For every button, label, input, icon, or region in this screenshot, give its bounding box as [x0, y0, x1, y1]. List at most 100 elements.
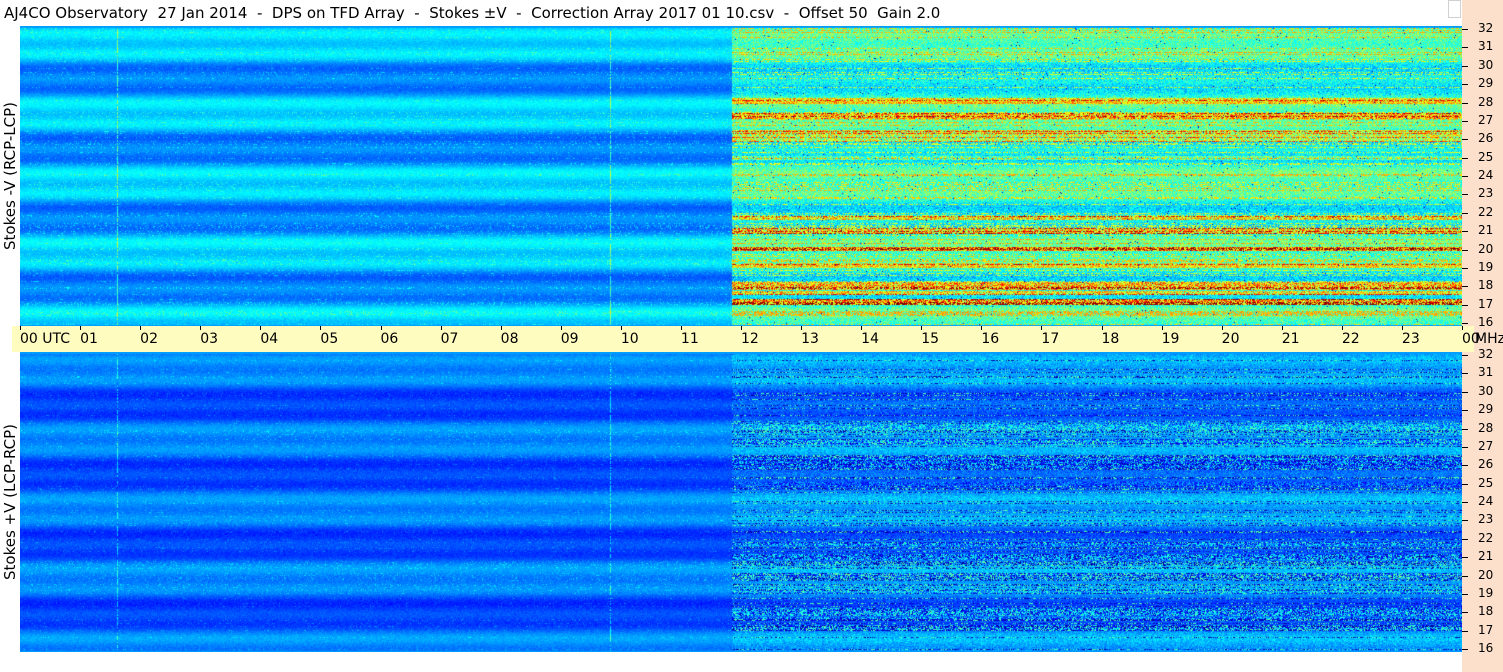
frequency-tick-mark [1462, 593, 1468, 595]
time-tick-label: 17 [1041, 331, 1060, 347]
frequency-tick-mark [1462, 428, 1468, 430]
time-tick-mark [1341, 326, 1343, 330]
frequency-tick-label: 32 [1478, 21, 1494, 35]
frequency-tick-mark [1462, 502, 1468, 503]
frequency-tick-mark [1462, 84, 1468, 86]
time-tick-mark [20, 326, 21, 330]
frequency-tick-label: 30 [1478, 383, 1494, 398]
frequency-tick-label: 20 [1478, 567, 1494, 582]
corner-mark [1448, 0, 1461, 18]
frequency-tick-label: 17 [1478, 296, 1494, 311]
time-tick-label: 08 [500, 331, 519, 347]
time-tick-label: 10 [620, 331, 639, 347]
frequency-tick-label: 16 [1478, 641, 1494, 655]
frequency-tick-label: 17 [1478, 622, 1494, 637]
time-tick-label: 11 [680, 331, 699, 347]
time-tick-mark [260, 326, 262, 330]
ylabel-top: Stokes -V (RCP-LCP) [0, 26, 20, 326]
time-tick-label: 05 [320, 331, 339, 347]
time-tick-mark [1161, 326, 1163, 330]
chart-title: AJ4CO Observatory 27 Jan 2014 - DPS on T… [4, 4, 941, 22]
time-tick-label: 01 [80, 331, 98, 347]
ylabel-bottom-text: Stokes +V (LCP-RCP) [1, 424, 19, 580]
frequency-tick-mark [1462, 267, 1468, 269]
frequency-tick-mark [1462, 231, 1468, 233]
time-tick-label: 09 [560, 331, 579, 347]
time-tick-mark [981, 326, 983, 330]
time-tick-mark [80, 326, 82, 330]
frequency-tick-mark [1462, 410, 1468, 412]
frequency-tick-label: 20 [1478, 241, 1494, 256]
frequency-tick-label: 22 [1478, 204, 1494, 219]
frequency-tick-mark [1462, 120, 1468, 122]
frequency-tick-mark [1462, 304, 1468, 306]
time-tick-mark [620, 326, 622, 330]
frequency-tick-label: 18 [1478, 278, 1494, 293]
frequency-tick-mark [1462, 176, 1468, 177]
time-tick-label: 18 [1101, 331, 1120, 347]
time-tick-mark [320, 326, 322, 330]
time-tick-label: 14 [861, 331, 879, 347]
time-tick-label: 12 [741, 331, 759, 347]
frequency-tick-label: 25 [1478, 475, 1494, 490]
frequency-tick-mark [1462, 157, 1468, 159]
frequency-tick-mark [1462, 483, 1468, 485]
time-tick-mark [1221, 326, 1223, 330]
time-tick-label: 21 [1281, 331, 1300, 347]
frequency-tick-mark [1462, 29, 1468, 30]
frequency-tick-label: 16 [1478, 315, 1494, 329]
spectrogram-stokes-plus-v [20, 352, 1462, 652]
time-tick-label: 23 [1401, 331, 1420, 347]
time-tick-mark [200, 326, 202, 330]
time-tick-label: 04 [260, 331, 279, 347]
frequency-tick-label: 21 [1478, 223, 1494, 238]
time-axis: 00 UTC 01 02 03 04 05 06 07 08 09 10 11 12 13 14 15 16 17… [12, 326, 1480, 352]
frequency-tick-mark [1462, 612, 1468, 614]
frequency-tick-label: 28 [1478, 420, 1494, 435]
frequency-tick-mark [1462, 557, 1468, 559]
frequency-tick-mark [1462, 538, 1468, 540]
frequency-tick-mark [1462, 465, 1468, 467]
frequency-tick-mark [1462, 373, 1468, 375]
frequency-tick-label: 25 [1478, 149, 1494, 164]
frequency-tick-label: 27 [1478, 438, 1494, 453]
time-tick-mark [1101, 326, 1103, 330]
frequency-tick-mark [1462, 139, 1468, 141]
time-tick-mark [1462, 326, 1463, 330]
frequency-tick-label: 31 [1478, 39, 1494, 54]
frequency-tick-label: 28 [1478, 94, 1494, 109]
time-tick-label: 20 [1221, 331, 1240, 347]
frequency-tick-label: 32 [1478, 347, 1494, 361]
ylabel-top-text: Stokes -V (RCP-LCP) [1, 102, 19, 250]
time-tick-mark [380, 326, 382, 330]
time-tick-mark [741, 326, 742, 330]
frequency-tick-mark [1462, 630, 1468, 632]
frequency-tick-label: 22 [1478, 530, 1494, 545]
frequency-tick-label: 24 [1478, 494, 1494, 508]
time-tick-mark [1281, 326, 1283, 330]
frequency-tick-mark [1462, 65, 1468, 67]
frequency-tick-mark [1462, 47, 1468, 49]
frequency-tick-label: 21 [1478, 549, 1494, 564]
time-tick-label: 03 [200, 331, 219, 347]
frequency-tick-label: 26 [1478, 131, 1494, 146]
frequency-tick-mark [1462, 249, 1468, 251]
frequency-tick-label: 19 [1478, 259, 1494, 274]
ylabel-bottom: Stokes +V (LCP-RCP) [0, 352, 20, 652]
time-tick-label: 07 [440, 331, 459, 347]
time-tick-mark [140, 326, 142, 330]
frequency-tick-label: 18 [1478, 604, 1494, 619]
frequency-tick-mark [1462, 286, 1468, 288]
time-tick-mark [861, 326, 863, 330]
frequency-tick-mark [1462, 194, 1468, 196]
frequency-tick-label: 27 [1478, 112, 1494, 127]
time-tick-label: 13 [801, 331, 819, 347]
frequency-tick-label: 29 [1478, 402, 1494, 417]
time-tick-label: 06 [380, 331, 399, 347]
frequency-tick-mark [1462, 355, 1468, 356]
time-tick-mark [1401, 326, 1403, 330]
frequency-unit-label: MHz [1475, 331, 1503, 347]
time-tick-mark [680, 326, 682, 330]
time-tick-mark [560, 326, 562, 330]
spectrogram-stokes-minus-v [20, 26, 1462, 326]
